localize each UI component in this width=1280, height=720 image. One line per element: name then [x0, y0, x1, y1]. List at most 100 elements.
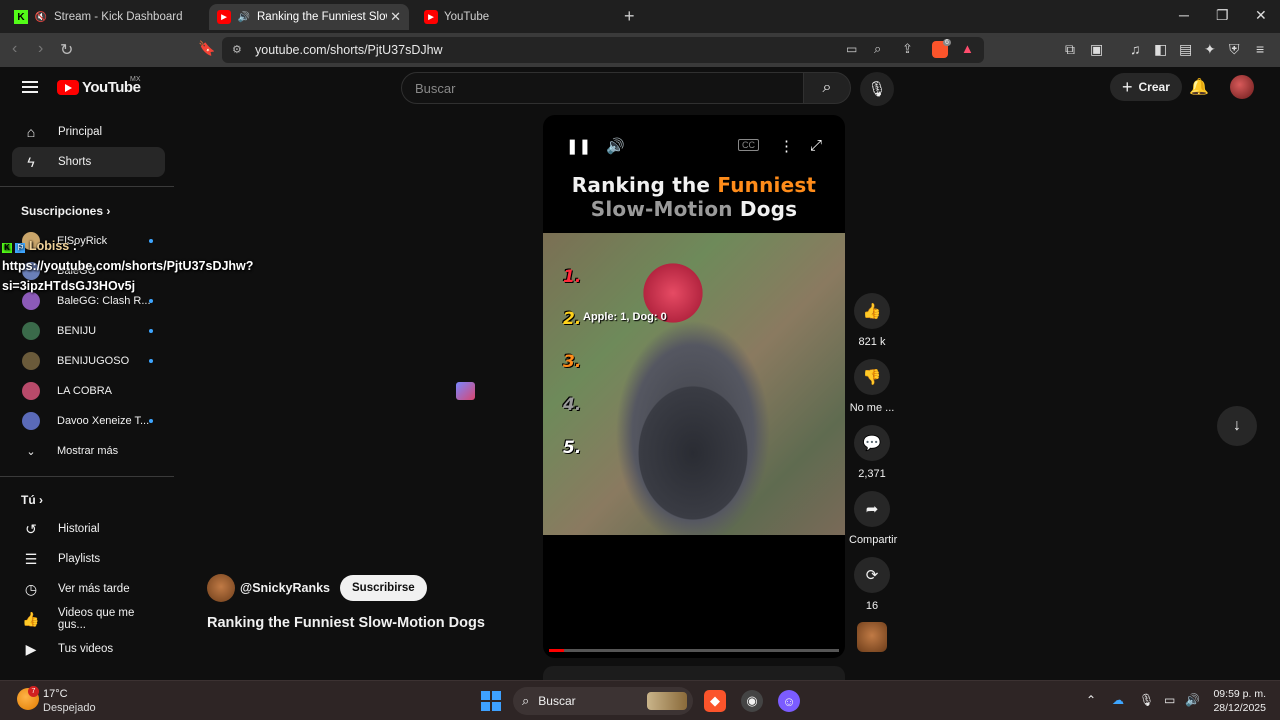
history-icon: ↺ [25, 520, 37, 537]
dislike-button[interactable]: 👎 No me ... [849, 359, 895, 414]
new-tab-icon[interactable]: + [624, 6, 635, 27]
channel-row: @SnickyRanks Suscribirse [207, 574, 427, 602]
clock-date: 28/12/2025 [1213, 702, 1266, 714]
remix-button[interactable]: ⟳ 16 [849, 557, 895, 612]
extensions-icon[interactable]: ⧉ [1065, 41, 1075, 58]
voice-search-button[interactable]: 🎙 [860, 72, 894, 106]
sidebar-item-liked-videos[interactable]: 👍 Videos que me gus... [12, 604, 165, 634]
sidebar-item-home[interactable]: ⌂ Principal [12, 117, 165, 147]
chat-message-line: https://youtube.com/shorts/PjtU37sDJhw? [2, 259, 254, 273]
muted-speaker-icon: 🔇 [34, 11, 48, 23]
you-heading[interactable]: Tú › [21, 493, 43, 507]
volume-icon[interactable]: 🔊 [606, 137, 625, 155]
subscribe-button[interactable]: Suscribirse [340, 575, 427, 601]
thumbs-up-icon: 👍 [854, 293, 890, 329]
tab-title: YouTube [444, 11, 490, 23]
share-icon[interactable]: ⇪ [902, 41, 913, 57]
zoom-icon[interactable]: ⌕ [874, 41, 881, 57]
create-button[interactable]: + Crear [1110, 73, 1182, 101]
youtube-logo[interactable]: YouTube [57, 79, 141, 96]
chevron-right-icon: › [106, 204, 111, 218]
comment-icon: 💬 [854, 425, 890, 461]
brave-rewards-icon[interactable]: ▲ [961, 41, 974, 56]
network-icon[interactable]: ▭ [1164, 693, 1175, 707]
obs-icon[interactable]: ◉ [741, 690, 763, 712]
tab-kick-dashboard[interactable]: K 🔇 Stream - Kick Dashboard [8, 4, 208, 30]
tray-chevron-up-icon[interactable]: ⌃ [1086, 693, 1096, 707]
search-button[interactable]: ⌕ [803, 72, 851, 104]
menu-icon[interactable]: ≡ [1256, 41, 1264, 57]
volume-tray-icon[interactable]: 🔊 [1185, 693, 1200, 707]
brave-browser-icon[interactable]: ◆ [704, 690, 726, 712]
minimize-icon[interactable]: ─ [1179, 7, 1189, 23]
fullscreen-icon[interactable]: ⤢ [810, 137, 822, 154]
close-window-icon[interactable]: ✕ [1255, 7, 1267, 24]
vpn-icon[interactable]: ⛨ [1229, 41, 1240, 58]
browser-tab-strip: K 🔇 Stream - Kick Dashboard ▶ 🔊 Ranking … [0, 0, 1280, 33]
sidebar-toggle-icon[interactable]: ◧ [1154, 41, 1167, 58]
taskbar-search[interactable]: ⌕ Buscar [513, 687, 693, 715]
dislike-label: No me ... [849, 402, 895, 414]
new-content-dot [149, 329, 153, 333]
title-word: Funniest [717, 173, 817, 197]
account-avatar[interactable] [1230, 75, 1254, 99]
subscriptions-heading[interactable]: Suscripciones › [21, 204, 110, 218]
sidebar-item-your-videos[interactable]: ▶ Tus videos [12, 634, 165, 664]
subscription-item[interactable]: BENIJUGOSO [12, 346, 165, 376]
short-title[interactable]: Ranking the Funniest Slow-Motion Dogs [207, 615, 485, 631]
channel-avatar[interactable] [207, 574, 235, 602]
notifications-bell-icon[interactable]: 🔔 [1189, 77, 1209, 97]
sidebar-item-shorts[interactable]: ϟ Shorts [12, 147, 165, 177]
reader-icon[interactable]: ▣ [1090, 41, 1103, 58]
bookmark-icon[interactable]: 🔖 [198, 40, 215, 57]
forward-icon[interactable]: › [38, 40, 43, 58]
comments-button[interactable]: 💬 2,371 [849, 425, 895, 480]
cast-icon[interactable]: ▭ [846, 42, 857, 56]
search-highlight-icon [647, 692, 687, 710]
next-short-preview[interactable] [543, 666, 845, 680]
show-more-button[interactable]: ⌄ Mostrar más [12, 436, 165, 466]
close-tab-icon[interactable]: ✕ [390, 9, 401, 25]
thumbs-down-icon: 👎 [854, 359, 890, 395]
system-clock[interactable]: 09:59 p. m. 28/12/2025 [1206, 687, 1266, 715]
maximize-icon[interactable]: ❐ [1216, 7, 1229, 24]
pause-icon[interactable]: ❚❚ [566, 137, 591, 155]
captions-icon[interactable]: CC [738, 139, 759, 151]
sidebar-item-label: Historial [58, 523, 100, 535]
sidebar-item-label: Videos que me gus... [57, 607, 135, 631]
subscription-item[interactable]: BENIJU [12, 316, 165, 346]
reload-icon[interactable]: ↻ [60, 40, 73, 60]
channel-name[interactable]: @SnickyRanks [240, 581, 330, 595]
wallet-icon[interactable]: ▤ [1179, 41, 1192, 58]
sidebar-item-playlists[interactable]: ☰ Playlists [12, 544, 165, 574]
address-bar[interactable]: ⚙ youtube.com/shorts/PjtU37sDJhw ▭ ⌕ ⇪ 6… [222, 37, 984, 63]
site-info-icon[interactable]: ⚙ [232, 43, 242, 56]
tab-youtube-short[interactable]: ▶ 🔊 Ranking the Funniest Slow-M ✕ [209, 4, 409, 30]
windows-start-icon[interactable] [481, 691, 501, 711]
subscription-label: BENIJUGOSO [57, 355, 130, 367]
youtube-header: YouTube MX Buscar ⌕ 🎙 + Crear 🔔 [0, 67, 1280, 109]
tab-youtube[interactable]: ▶ YouTube [416, 4, 616, 30]
comment-count: 2,371 [858, 468, 886, 480]
subscription-item[interactable]: Davoo Xeneize T... [12, 406, 165, 436]
subscription-item[interactable]: LA COBRA [12, 376, 165, 406]
like-button[interactable]: 👍 821 k [849, 293, 895, 348]
next-short-button[interactable]: ↓ [1217, 406, 1257, 446]
sidebar-item-watch-later[interactable]: ◷ Ver más tarde [12, 574, 165, 604]
guide-menu-icon[interactable] [22, 81, 38, 93]
progress-bar[interactable] [549, 649, 839, 652]
share-button[interactable]: ➦ Compartir [849, 491, 897, 546]
chat-app-icon[interactable]: ☺ [778, 690, 800, 712]
sidebar-item-history[interactable]: ↺ Historial [12, 514, 165, 544]
tab-title: Ranking the Funniest Slow-M [257, 11, 387, 23]
sound-source-thumbnail[interactable] [857, 622, 887, 652]
shorts-player[interactable]: ❚❚ 🔊 CC ⋮ ⤢ Ranking the Funniest Slow-Mo… [543, 115, 845, 658]
more-options-icon[interactable]: ⋮ [779, 137, 794, 155]
microphone-icon[interactable]: 🎙 [1139, 693, 1154, 707]
leo-ai-icon[interactable]: ✦ [1204, 41, 1216, 58]
kick-icon: K [14, 10, 28, 24]
search-input[interactable]: Buscar [401, 72, 804, 104]
onedrive-icon[interactable]: ☁ [1112, 693, 1124, 707]
back-icon[interactable]: ‹ [12, 40, 17, 58]
media-icon[interactable]: ♫ [1130, 41, 1141, 57]
